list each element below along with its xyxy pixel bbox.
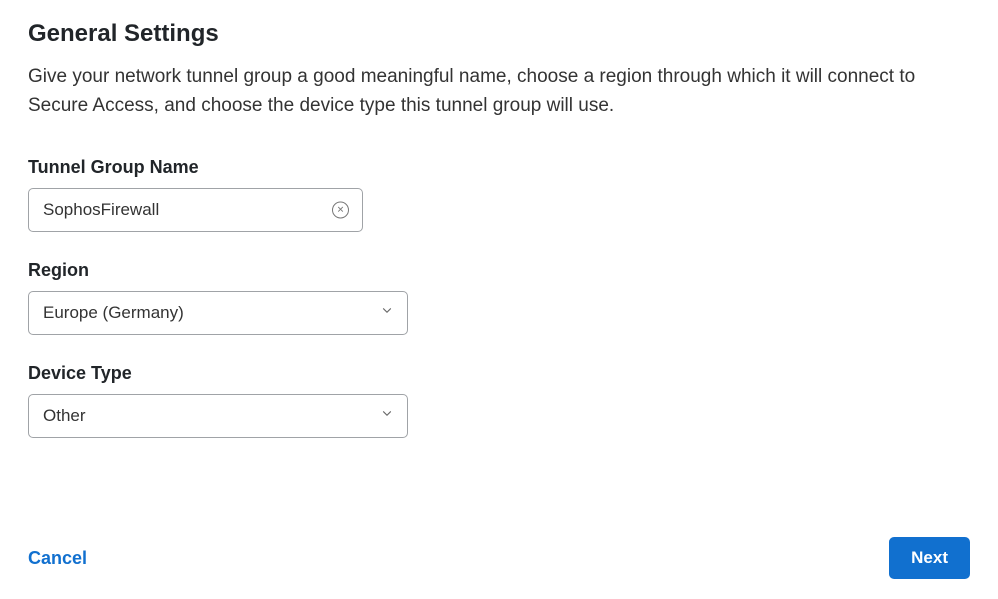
tunnel-group-name-label: Tunnel Group Name <box>28 157 970 178</box>
tunnel-group-name-input[interactable] <box>28 188 363 232</box>
footer-actions: Cancel Next <box>28 537 970 579</box>
region-label: Region <box>28 260 970 281</box>
device-type-label: Device Type <box>28 363 970 384</box>
region-field: Region Europe (Germany) <box>28 260 970 335</box>
cancel-button[interactable]: Cancel <box>28 548 87 569</box>
page-title: General Settings <box>28 20 970 48</box>
region-select[interactable]: Europe (Germany) <box>28 291 408 335</box>
clear-input-icon[interactable] <box>332 201 349 218</box>
tunnel-group-name-field: Tunnel Group Name <box>28 157 970 232</box>
next-button[interactable]: Next <box>889 537 970 579</box>
device-type-select[interactable]: Other <box>28 394 408 438</box>
region-select-value: Europe (Germany) <box>43 303 184 323</box>
device-type-field: Device Type Other <box>28 363 970 438</box>
device-type-select-value: Other <box>43 406 86 426</box>
page-description: Give your network tunnel group a good me… <box>28 62 948 121</box>
